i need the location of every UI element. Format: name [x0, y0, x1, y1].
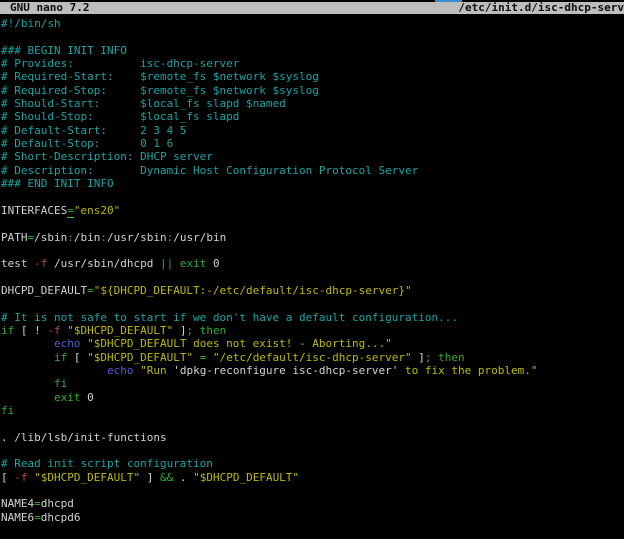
editor-content[interactable]: #!/bin/sh ### BEGIN INIT INFO# Provides: …: [0, 14, 624, 539]
code-line: [1, 190, 624, 203]
code-line: . /lib/lsb/init-functions: [1, 431, 624, 444]
code-line: if [ ! -f "$DHCPD_DEFAULT" ]; then: [1, 324, 624, 337]
code-line: [1, 484, 624, 497]
code-line: DHCPD_DEFAULT="${DHCPD_DEFAULT:-/etc/def…: [1, 284, 624, 297]
code-line: test -f /usr/sbin/dhcpd || exit 0: [1, 257, 624, 270]
code-line: echo "Run 'dpkg-reconfigure isc-dhcp-ser…: [1, 364, 624, 377]
nano-version-label: GNU nano 7.2: [10, 2, 89, 14]
code-line: # It is not safe to start if we don't ha…: [1, 311, 624, 324]
text-cursor: =: [67, 204, 74, 218]
code-line: # Should-Stop: $local_fs slapd: [1, 110, 624, 123]
code-line: # Provides: isc-dhcp-server: [1, 57, 624, 70]
code-line: # Short-Description: DHCP server: [1, 150, 624, 163]
code-line: # Required-Start: $remote_fs $network $s…: [1, 70, 624, 83]
file-path-label: /etc/init.d/isc-dhcp-serv: [458, 2, 624, 14]
code-line: [1, 271, 624, 284]
code-line: ### END INIT INFO: [1, 177, 624, 190]
code-line: # Should-Start: $local_fs slapd $named: [1, 97, 624, 110]
code-line: # Required-Stop: $remote_fs $network $sy…: [1, 84, 624, 97]
code-line: [1, 444, 624, 457]
code-line: # Default-Stop: 0 1 6: [1, 137, 624, 150]
code-line: [1, 524, 624, 537]
code-line: #!/bin/sh: [1, 17, 624, 30]
code-line: [1, 217, 624, 230]
code-line: [1, 30, 624, 43]
code-line: NAME4=dhcpd: [1, 497, 624, 510]
code-line: PATH=/sbin:/bin:/usr/sbin:/usr/bin: [1, 231, 624, 244]
code-line: [1, 297, 624, 310]
code-line: exit 0: [1, 391, 624, 404]
code-line: fi: [1, 404, 624, 417]
code-line: # Read init script configuration: [1, 457, 624, 470]
code-line: [1, 417, 624, 430]
code-line: # Default-Start: 2 3 4 5: [1, 124, 624, 137]
code-line: [1, 244, 624, 257]
code-line: if [ "$DHCPD_DEFAULT" = "/etc/default/is…: [1, 351, 624, 364]
code-line: INTERFACES="ens20": [1, 204, 624, 217]
nano-titlebar: GNU nano 7.2 /etc/init.d/isc-dhcp-serv: [0, 2, 624, 14]
code-line: [ -f "$DHCPD_DEFAULT" ] && . "$DHCPD_DEF…: [1, 471, 624, 484]
code-line: ### BEGIN INIT INFO: [1, 44, 624, 57]
code-line: fi: [1, 377, 624, 390]
code-line: NAME6=dhcpd6: [1, 511, 624, 524]
code-line: # Description: Dynamic Host Configuratio…: [1, 164, 624, 177]
terminal-window: GNU nano 7.2 /etc/init.d/isc-dhcp-serv #…: [0, 0, 624, 539]
code-line: echo "$DHCPD_DEFAULT does not exist! - A…: [1, 337, 624, 350]
